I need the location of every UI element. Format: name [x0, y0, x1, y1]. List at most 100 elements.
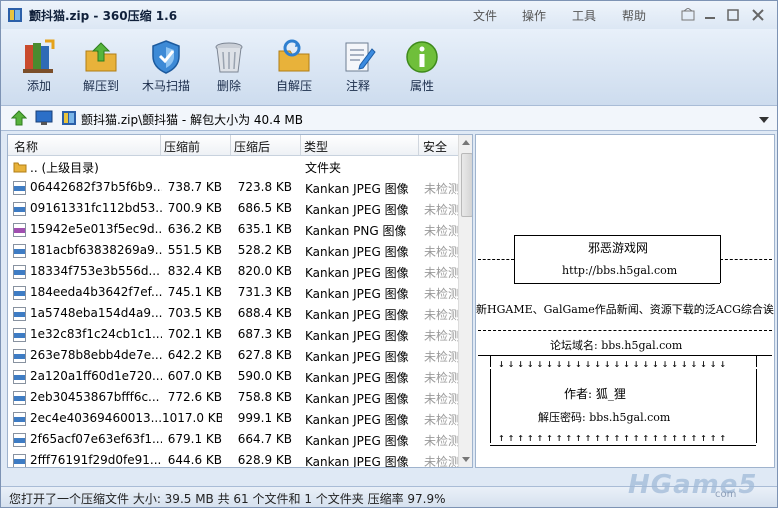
- jpeg-file-icon: [13, 307, 26, 324]
- trojan-scan-button[interactable]: 木马扫描: [134, 35, 198, 101]
- file-name: 06442682f37b5f6b9...: [30, 180, 162, 194]
- table-row[interactable]: 09161331fc112bd53... 700.9 KB 686.5 KB Kank…: [8, 198, 458, 219]
- info-icon: [406, 41, 438, 73]
- column-divider[interactable]: [160, 135, 161, 155]
- file-type: Kankan JPEG 图像: [305, 350, 409, 364]
- window-title: 颤抖猫.zip - 360压缩 1.6: [29, 9, 178, 23]
- size-before: 551.5 KB: [167, 243, 222, 257]
- rule: [478, 259, 514, 260]
- size-after: 628.9 KB: [237, 453, 292, 467]
- table-row[interactable]: 181acbf63838269a9... 551.5 KB 528.2 KB Kank…: [8, 240, 458, 261]
- column-safety[interactable]: 安全: [423, 138, 447, 155]
- jpeg-file-icon: [13, 349, 26, 366]
- jpeg-file-icon: [13, 244, 26, 261]
- close-icon[interactable]: [751, 8, 765, 22]
- table-row[interactable]: 2fff76191f29d0fe91... 644.6 KB 628.9 KB Kan…: [8, 450, 458, 467]
- file-name: 18334f753e3b556d...: [30, 264, 160, 278]
- delete-button[interactable]: 删除: [197, 35, 261, 101]
- table-row[interactable]: 2ec4e40369460013... 1017.0 KB 999.1 KB Kank…: [8, 408, 458, 429]
- table-row[interactable]: 15942e5e013f5ec9d... 636.2 KB 635.1 KB Kank…: [8, 219, 458, 240]
- address-bar: 颤抖猫.zip\颤抖猫 - 解包大小为 40.4 MB: [1, 106, 777, 131]
- trojan-scan-label: 木马扫描: [141, 79, 190, 93]
- file-type: Kankan JPEG 图像: [305, 371, 409, 385]
- column-name[interactable]: 名称: [14, 138, 38, 155]
- file-type: Kankan JPEG 图像: [305, 392, 409, 406]
- file-name: 181acbf63838269a9...: [30, 243, 162, 257]
- column-divider[interactable]: [300, 135, 301, 155]
- extract-to-button[interactable]: 解压到: [69, 35, 133, 101]
- file-name: 2f65acf07e63ef63f1...: [30, 432, 162, 446]
- extract-to-label: 解压到: [82, 79, 119, 93]
- site-url: http://bbs.h5gal.com: [562, 264, 678, 277]
- table-row[interactable]: 2eb30453867bfff6c... 772.6 KB 758.8 KB Kank…: [8, 387, 458, 408]
- comment-button[interactable]: 注释: [326, 35, 390, 101]
- table-row[interactable]: 2f65acf07e63ef63f1... 679.1 KB 664.7 KB Kan…: [8, 429, 458, 450]
- jpeg-file-icon: [13, 265, 26, 282]
- maximize-icon[interactable]: [726, 8, 740, 22]
- add-button[interactable]: 添加: [7, 35, 71, 101]
- address-path[interactable]: 颤抖猫.zip\颤抖猫 - 解包大小为 40.4 MB: [81, 111, 303, 128]
- vertical-scrollbar[interactable]: [458, 135, 472, 467]
- size-before: 642.2 KB: [167, 348, 222, 362]
- file-name: 09161331fc112bd53...: [30, 201, 162, 215]
- column-before[interactable]: 压缩前: [164, 138, 200, 155]
- table-row[interactable]: 1e32c83f1c24cb1c1... 702.1 KB 687.3 KB Kank…: [8, 324, 458, 345]
- safety-status: 未检测: [424, 224, 458, 238]
- scroll-down-icon[interactable]: [462, 457, 470, 462]
- size-before: 636.2 KB: [167, 222, 222, 236]
- table-row[interactable]: 263e78b8ebb4de7e... 642.2 KB 627.8 KB Kanka…: [8, 345, 458, 366]
- safety-status: 未检测: [424, 245, 458, 259]
- desktop-icon[interactable]: [35, 110, 53, 129]
- safety-status: 未检测: [424, 371, 458, 385]
- arrows-up: ↑↑↑↑↑↑↑↑↑↑↑↑↑↑↑↑↑↑↑↑↑↑↑↑: [498, 431, 729, 444]
- watermark-sub: com: [715, 489, 737, 500]
- safety-status: 未检测: [424, 308, 458, 322]
- up-arrow-icon[interactable]: [10, 110, 28, 129]
- size-before: 738.7 KB: [167, 180, 222, 194]
- file-type: Kankan JPEG 图像: [305, 182, 409, 196]
- size-after: 688.4 KB: [237, 306, 292, 320]
- self-extract-button[interactable]: 自解压: [262, 35, 326, 101]
- size-after: 999.1 KB: [237, 411, 292, 425]
- size-before: 703.5 KB: [167, 306, 222, 320]
- column-divider[interactable]: [418, 135, 419, 155]
- jpeg-file-icon: [13, 181, 26, 198]
- address-dropdown-icon[interactable]: [759, 113, 769, 127]
- menu-tools[interactable]: 工具: [572, 7, 596, 24]
- size-after: 723.8 KB: [237, 180, 292, 194]
- table-row[interactable]: 1a5748eba154d4a9... 703.5 KB 688.4 KB Kanka…: [8, 303, 458, 324]
- scroll-up-icon[interactable]: [462, 140, 470, 145]
- jpeg-file-icon: [13, 433, 26, 450]
- jpeg-file-icon: [13, 202, 26, 219]
- table-row[interactable]: 06442682f37b5f6b9... 738.7 KB 723.8 KB Kank…: [8, 177, 458, 198]
- column-after[interactable]: 压缩后: [234, 138, 270, 155]
- jpeg-file-icon: [13, 286, 26, 303]
- table-row[interactable]: .. (上级目录) 文件夹: [8, 156, 458, 177]
- watermark-logo: HGame5: [628, 470, 758, 500]
- table-row[interactable]: 2a120a1ff60d1e720... 607.0 KB 590.0 KB Kank…: [8, 366, 458, 387]
- column-type[interactable]: 类型: [304, 138, 328, 155]
- site-slogan: 新HGAME、GalGame作品新闻、资源下载的泛ACG综合诶: [476, 303, 774, 316]
- forum-domain: 论坛域名: bbs.h5gal.com: [550, 339, 683, 352]
- column-divider[interactable]: [230, 135, 231, 155]
- size-after: 590.0 KB: [237, 369, 292, 383]
- jpeg-file-icon: [13, 391, 26, 408]
- scroll-thumb[interactable]: [461, 153, 472, 217]
- size-before: 745.1 KB: [167, 285, 222, 299]
- properties-label: 属性: [409, 79, 434, 93]
- table-row[interactable]: 18334f753e3b556d... 832.4 KB 820.0 KB Kanka…: [8, 261, 458, 282]
- table-row[interactable]: 184eeda4b3642f7ef... 745.1 KB 731.3 KB Kank…: [8, 282, 458, 303]
- menu-help[interactable]: 帮助: [622, 7, 646, 24]
- menu-operation[interactable]: 操作: [522, 7, 546, 24]
- file-name: 1a5748eba154d4a9...: [30, 306, 162, 320]
- minimize-icon[interactable]: [703, 8, 717, 22]
- size-after: 528.2 KB: [237, 243, 292, 257]
- rule: [514, 235, 515, 283]
- file-type: Kankan JPEG 图像: [305, 434, 409, 448]
- properties-button[interactable]: 属性: [390, 35, 454, 101]
- shield-icon: [152, 40, 180, 74]
- file-name: .. (上级目录): [30, 161, 99, 175]
- skin-icon[interactable]: [681, 7, 695, 22]
- menu-file[interactable]: 文件: [473, 7, 497, 24]
- file-name: 1e32c83f1c24cb1c1...: [30, 327, 162, 341]
